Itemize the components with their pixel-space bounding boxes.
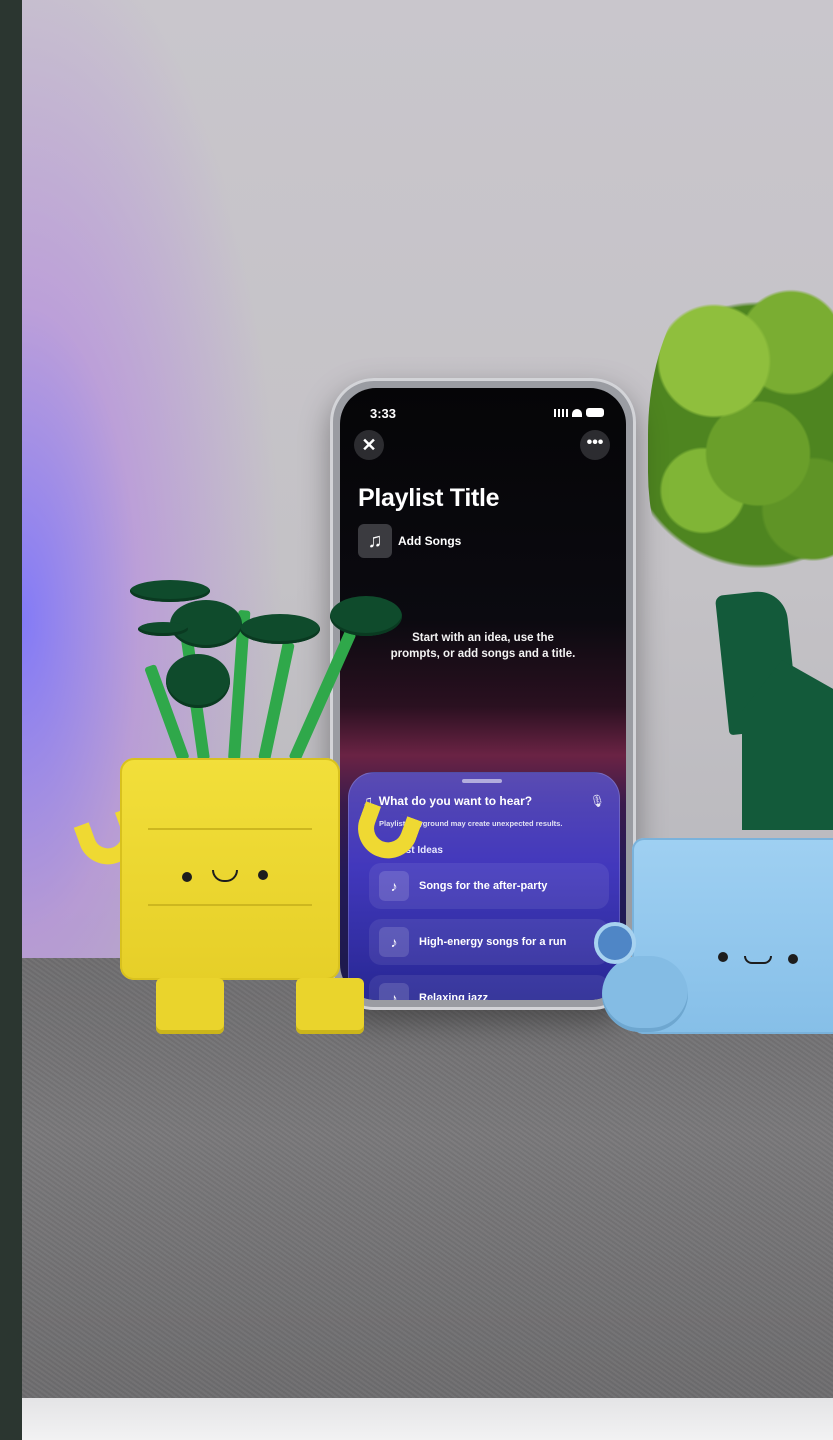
- blue-wheel: [602, 956, 688, 1032]
- battery-icon: [586, 408, 604, 417]
- left-eye: [182, 872, 192, 882]
- shelf-edge: [22, 1398, 833, 1440]
- close-icon: ✕: [361, 435, 377, 455]
- playlist-title[interactable]: Playlist Title: [358, 484, 500, 513]
- plant-leaf: [330, 596, 402, 636]
- smile: [212, 870, 238, 882]
- yellow-right-leg: [296, 978, 364, 1034]
- right-eye: [258, 870, 268, 880]
- left-eye: [718, 952, 728, 962]
- idea-label: Relaxing jazz: [419, 992, 489, 1000]
- plant-leaf: [166, 654, 230, 708]
- ellipsis-icon: •••: [586, 434, 604, 451]
- wifi-icon: [572, 408, 582, 417]
- yellow-left-leg: [156, 978, 224, 1034]
- microphone-icon[interactable]: 🎙: [590, 794, 605, 808]
- sheet-grabber[interactable]: [462, 779, 502, 783]
- plant-leaf: [240, 614, 320, 644]
- plant-leaf: [138, 622, 188, 636]
- idea-label: Songs for the after-party: [419, 880, 548, 892]
- idea-label: High-energy songs for a run: [419, 936, 567, 948]
- music-note-icon: ♫: [358, 524, 392, 558]
- signal-icon: [554, 408, 568, 417]
- plant-stem: [288, 629, 357, 763]
- yellow-pot-body: [120, 758, 340, 980]
- yellow-right-arm: [349, 801, 423, 867]
- plant-leaf: [130, 580, 210, 602]
- potted-tree: [648, 250, 833, 620]
- photo-scene: 3:33 ✕ ••• Playlist Title ♫ Add Songs St…: [22, 0, 833, 1440]
- status-icons: [554, 408, 604, 417]
- pot-seam: [148, 904, 312, 906]
- blue-knob: [594, 922, 636, 964]
- add-songs-label: Add Songs: [398, 534, 462, 548]
- left-border-strip: [0, 0, 22, 1440]
- yellow-plant-figure: [58, 570, 423, 1040]
- more-button[interactable]: •••: [580, 430, 610, 460]
- right-eye: [788, 954, 798, 964]
- smile: [744, 956, 772, 964]
- close-button[interactable]: ✕: [354, 430, 384, 460]
- pot-seam: [148, 828, 312, 830]
- status-time: 3:33: [370, 406, 397, 421]
- plant-stem: [258, 641, 295, 762]
- add-songs-button[interactable]: ♫ Add Songs: [358, 524, 461, 558]
